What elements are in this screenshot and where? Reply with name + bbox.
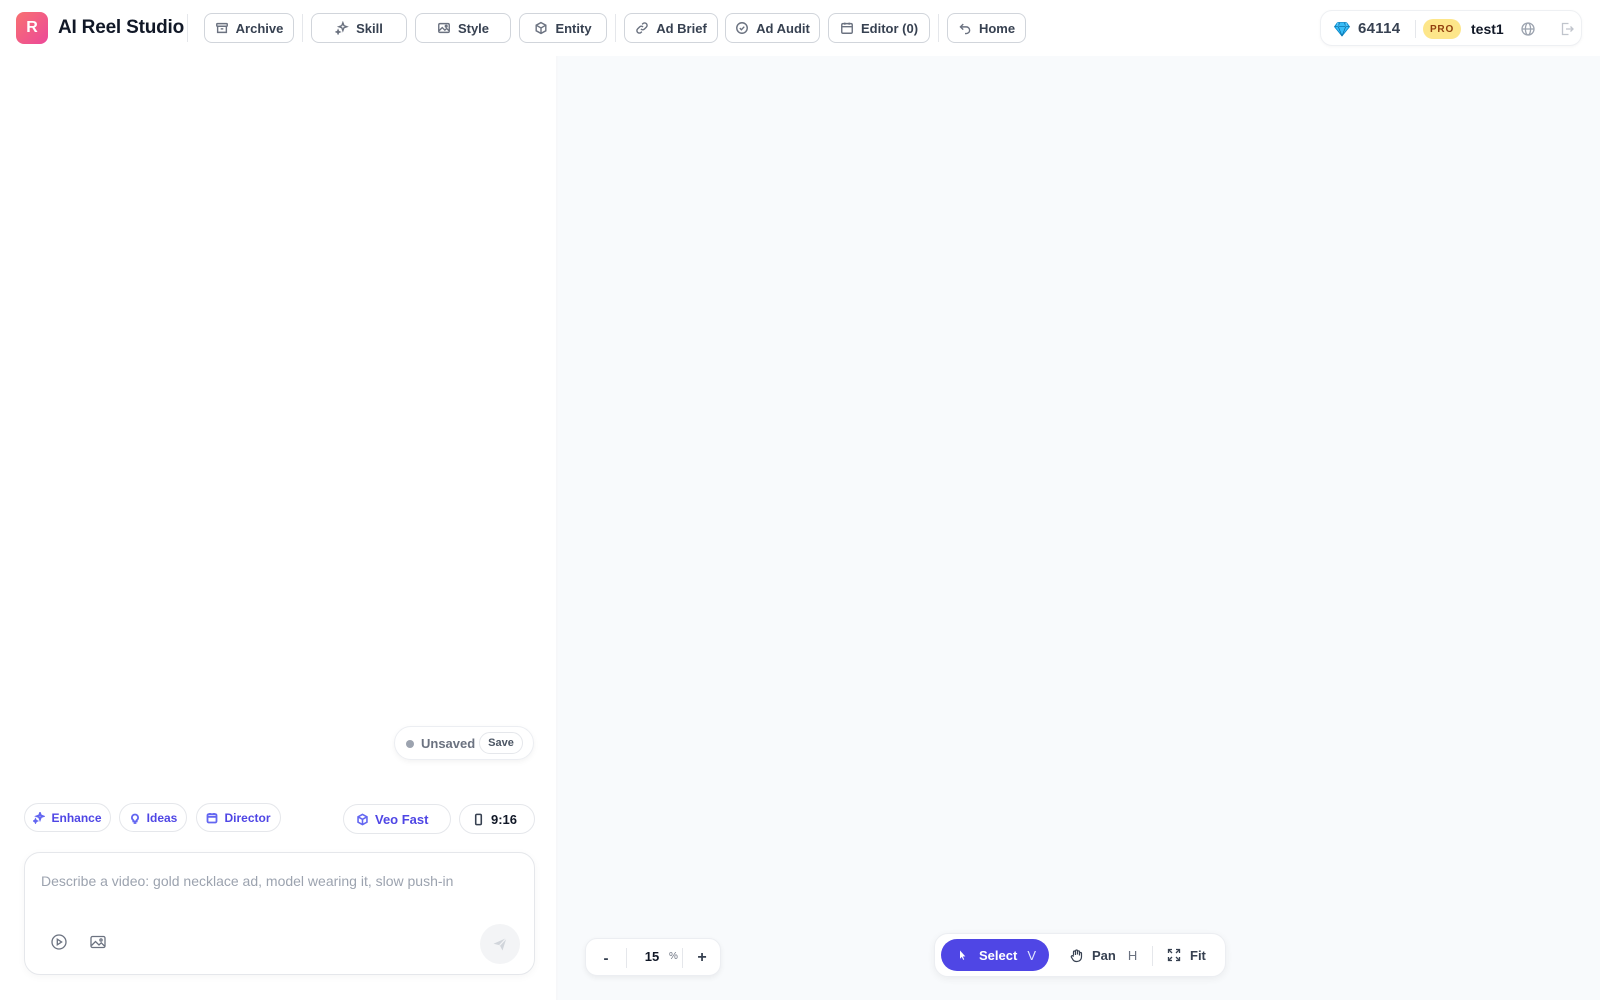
enhance-label: Enhance [51, 810, 102, 825]
prompt-input[interactable] [41, 867, 511, 895]
divider [615, 14, 616, 42]
globe-icon[interactable] [1520, 21, 1536, 37]
divider [626, 948, 627, 968]
pan-shortcut: H [1127, 947, 1138, 963]
enhance-button[interactable]: Enhance [24, 803, 111, 832]
home-label: Home [978, 20, 1016, 36]
divider [938, 14, 939, 42]
link-icon [636, 22, 648, 34]
skill-button[interactable]: Skill [311, 13, 407, 43]
calendar-icon [841, 22, 853, 34]
calendar-icon [207, 812, 218, 823]
sparkles-icon [33, 811, 46, 824]
prompt-box [24, 852, 535, 975]
select-tool-label: Select [979, 947, 1018, 963]
zoom-control: - 15 % + [585, 938, 721, 976]
home-button[interactable]: Home [947, 13, 1026, 43]
archive-label: Archive [235, 20, 284, 36]
zoom-unit: % [669, 951, 678, 962]
divider [302, 14, 303, 42]
app-logo[interactable]: R [16, 12, 48, 44]
model-selector[interactable]: Veo Fast [343, 804, 451, 834]
play-circle-icon[interactable] [50, 933, 68, 951]
pan-tool-button[interactable]: Pan H [1061, 939, 1141, 971]
entity-label: Entity [555, 20, 592, 36]
username[interactable]: test1 [1471, 21, 1504, 37]
lightbulb-icon [130, 813, 139, 824]
canvas-tools: Select V Pan H Fit [934, 933, 1226, 977]
divider [187, 14, 188, 42]
aspect-ratio-selector[interactable]: 9:16 [459, 804, 535, 834]
select-tool-button[interactable]: Select V [941, 939, 1049, 971]
canvas[interactable] [558, 56, 1600, 1000]
cursor-icon [960, 950, 966, 960]
ideas-button[interactable]: Ideas [119, 803, 187, 832]
credits-count: 64114 [1358, 20, 1401, 37]
undo-arrow-icon [959, 23, 971, 35]
fit-view-button[interactable]: Fit [1159, 939, 1221, 971]
entity-button[interactable]: Entity [519, 13, 607, 43]
save-button[interactable]: Save [479, 732, 523, 754]
status-dot [406, 740, 414, 748]
editor-label: Editor (0) [860, 20, 919, 36]
cube-icon [357, 812, 368, 826]
ad-brief-button[interactable]: Ad Brief [624, 13, 718, 43]
archive-button[interactable]: Archive [204, 13, 294, 43]
zoom-level[interactable]: 15 [637, 949, 667, 964]
image-icon [438, 22, 450, 34]
style-button[interactable]: Style [415, 13, 511, 43]
send-icon [493, 937, 507, 951]
select-shortcut: V [1027, 947, 1036, 963]
zoom-out-button[interactable]: - [586, 939, 626, 977]
ad-audit-label: Ad Audit [756, 20, 810, 36]
save-status: Unsaved Save [394, 726, 534, 760]
fit-view-label: Fit [1190, 947, 1206, 963]
archive-box-icon [215, 22, 228, 34]
check-circle-icon [736, 22, 749, 34]
style-label: Style [457, 20, 490, 36]
zoom-in-button[interactable]: + [683, 939, 721, 977]
skill-label: Skill [356, 20, 383, 36]
model-label: Veo Fast [375, 811, 429, 827]
hand-icon [1070, 948, 1083, 962]
logout-icon[interactable] [1559, 21, 1575, 37]
expand-icon [1167, 948, 1181, 962]
gem-icon [1333, 22, 1351, 37]
ad-brief-label: Ad Brief [656, 20, 707, 36]
ideas-label: Ideas [146, 810, 178, 825]
director-label: Director [224, 810, 271, 825]
director-button[interactable]: Director [196, 803, 281, 832]
top-bar: R AI Reel Studio Archive Skill Style Ent… [0, 0, 1600, 56]
divider [1152, 946, 1153, 966]
divider [1415, 20, 1416, 38]
plan-badge: PRO [1423, 19, 1461, 39]
editor-button[interactable]: Editor (0) [828, 13, 930, 43]
pan-tool-label: Pan [1092, 947, 1116, 963]
image-icon[interactable] [89, 933, 107, 951]
sparkles-icon [335, 21, 349, 35]
ad-audit-button[interactable]: Ad Audit [725, 13, 820, 43]
user-panel: 64114 PRO test1 [1320, 10, 1582, 46]
app-title: AI Reel Studio [58, 17, 184, 38]
aspect-ratio-label: 9:16 [491, 811, 518, 827]
cube-icon [535, 21, 547, 35]
send-button[interactable] [480, 924, 520, 964]
phone-portrait-icon [474, 813, 483, 825]
save-status-text: Unsaved [421, 736, 476, 751]
